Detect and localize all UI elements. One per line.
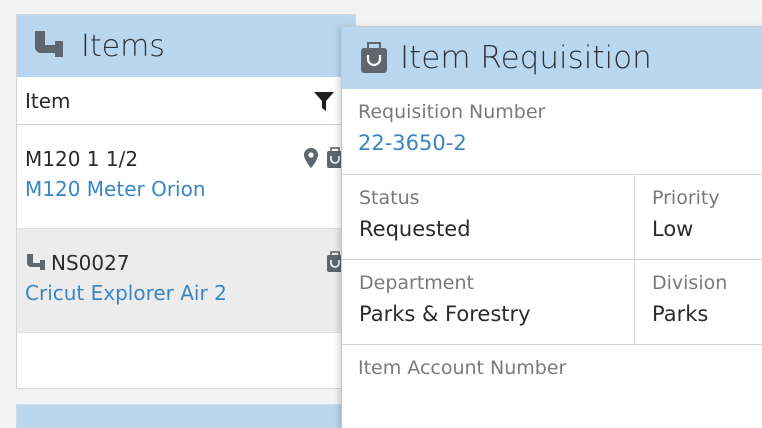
items-panel-header: Items bbox=[17, 15, 355, 77]
status-value: Requested bbox=[359, 217, 471, 241]
list-item[interactable]: NS0027 Cricut Explorer Air 2 bbox=[17, 229, 355, 333]
division-value: Parks bbox=[652, 302, 709, 326]
items-column-header: Item bbox=[17, 77, 355, 125]
filter-icon[interactable] bbox=[311, 88, 337, 114]
status-priority-row: Status Requested Priority Low bbox=[342, 175, 762, 260]
second-panel-header bbox=[16, 404, 356, 428]
requisition-number-label: Requisition Number bbox=[358, 101, 546, 123]
requisition-header: Item Requisition bbox=[342, 27, 762, 89]
requisition-number-link[interactable]: 22-3650-2 bbox=[358, 131, 762, 155]
priority-field: Priority Low bbox=[635, 175, 762, 259]
status-field: Status Requested bbox=[342, 175, 635, 259]
status-label: Status bbox=[359, 187, 420, 209]
location-pin-icon bbox=[301, 147, 321, 169]
requisition-title: Item Requisition bbox=[400, 40, 652, 76]
list-item[interactable]: M120 1 1/2 M120 Meter Orion bbox=[17, 125, 355, 229]
division-label: Division bbox=[652, 272, 728, 294]
department-division-row: Department Parks & Forestry Division Par… bbox=[342, 260, 762, 345]
item-code: NS0027 bbox=[51, 251, 130, 275]
item-column-label: Item bbox=[25, 88, 71, 113]
department-label: Department bbox=[359, 272, 474, 294]
bag-icon bbox=[360, 42, 388, 74]
item-code: M120 1 1/2 bbox=[25, 147, 139, 171]
pipe-icon bbox=[25, 253, 47, 273]
account-number-field: Item Account Number bbox=[342, 345, 762, 391]
page: Items Item M120 1 1/2 M120 Meter Orion N… bbox=[0, 0, 762, 428]
priority-value: Low bbox=[652, 217, 694, 241]
items-panel-title: Items bbox=[81, 28, 165, 64]
division-field: Division Parks bbox=[635, 260, 762, 344]
requisition-number-field: Requisition Number 22-3650-2 bbox=[342, 89, 762, 175]
row-icons bbox=[301, 147, 345, 169]
department-value: Parks & Forestry bbox=[359, 302, 531, 326]
item-name-link[interactable]: M120 Meter Orion bbox=[25, 177, 347, 201]
items-panel: Items Item M120 1 1/2 M120 Meter Orion N… bbox=[16, 14, 356, 389]
department-field: Department Parks & Forestry bbox=[342, 260, 635, 344]
priority-label: Priority bbox=[652, 187, 720, 209]
item-name-link[interactable]: Cricut Explorer Air 2 bbox=[25, 281, 347, 305]
requisition-panel: Item Requisition Requisition Number 22-3… bbox=[341, 26, 762, 428]
pipe-icon bbox=[31, 29, 69, 63]
account-number-label: Item Account Number bbox=[358, 357, 567, 379]
